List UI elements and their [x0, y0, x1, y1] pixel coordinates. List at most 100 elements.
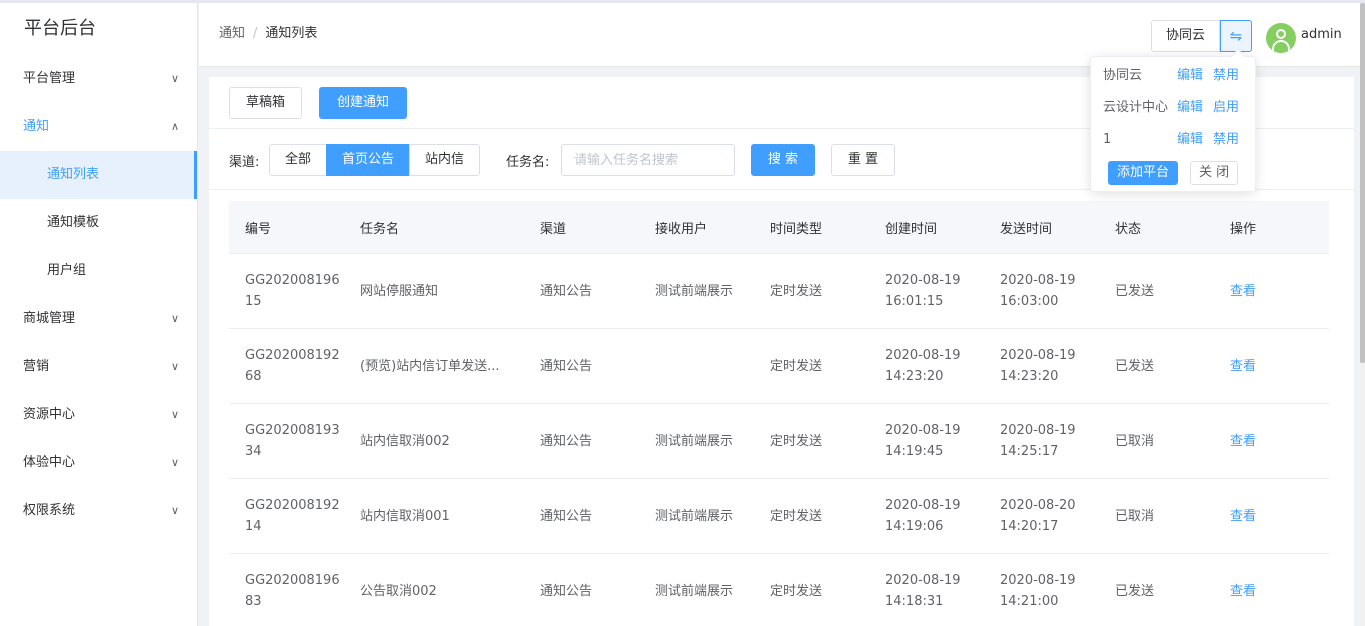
chevron-up-icon: ∧: [170, 120, 179, 133]
menu-label: 通知列表: [47, 167, 100, 182]
cell-id: GG20200819334: [245, 423, 340, 459]
cell-channel: 通知公告: [540, 583, 593, 599]
breadcrumb-item-notification[interactable]: 通知: [219, 26, 245, 41]
cell-sent-time: 2020-08-19 14:21:00: [1000, 573, 1076, 609]
cell-created-time: 2020-08-19 16:01:15: [885, 273, 961, 309]
platform-name: 协同云: [1103, 68, 1143, 83]
menu-notification[interactable]: 通知 ∧: [0, 103, 197, 151]
create-notification-button[interactable]: 创建通知: [319, 87, 407, 119]
cell-channel: 通知公告: [540, 508, 593, 524]
table-row: GG20200819214 站内信取消001 通知公告 测试前端展示 定时发送 …: [229, 479, 1329, 554]
cell-time-type: 定时发送: [770, 283, 823, 299]
chevron-down-icon: ∨: [170, 312, 179, 325]
cell-recipient: 测试前端展示: [655, 508, 734, 524]
search-button[interactable]: 搜 索: [751, 144, 815, 176]
header-id: 编号: [245, 221, 272, 237]
chevron-down-icon: ∨: [170, 408, 179, 421]
channel-label: 渠道:: [229, 155, 260, 170]
platform-name: 云设计中心: [1103, 100, 1169, 115]
header-status: 状态: [1115, 221, 1142, 237]
cell-created-time: 2020-08-19 14:19:06: [885, 498, 961, 534]
cell-task-name: 站内信取消002: [360, 433, 450, 449]
cell-sent-time: 2020-08-19 16:03:00: [1000, 273, 1076, 309]
disable-link[interactable]: 禁用: [1213, 130, 1239, 150]
menu-mall-management[interactable]: 商城管理 ∨: [0, 295, 197, 343]
cell-id: GG20200819615: [245, 273, 340, 309]
cell-time-type: 定时发送: [770, 433, 823, 449]
drafts-button[interactable]: 草稿箱: [229, 87, 302, 119]
close-popover-button[interactable]: 关 闭: [1190, 161, 1239, 185]
cell-task-name: 公告取消002: [360, 583, 437, 599]
table-row: GG20200819268 (预览)站内信订单发送... 通知公告 定时发送 2…: [229, 329, 1329, 404]
cell-task-name: (预览)站内信订单发送...: [360, 358, 500, 374]
scrollbar-thumb[interactable]: [1360, 3, 1365, 363]
table-row: GG20200819334 站内信取消002 通知公告 测试前端展示 定时发送 …: [229, 404, 1329, 479]
view-link[interactable]: 查看: [1214, 506, 1329, 527]
menu-platform-management[interactable]: 平台管理 ∨: [0, 55, 197, 103]
brand-title: 平台后台: [24, 18, 96, 39]
platform-button[interactable]: 协同云: [1151, 20, 1221, 52]
cell-recipient: 测试前端展示: [655, 433, 734, 449]
cell-id: GG20200819683: [245, 573, 340, 609]
sidebar: 平台后台 平台管理 ∨ 通知 ∧ 通知列表 通知模板 用户组 商城管理 ∨ 营销…: [0, 3, 198, 626]
task-name-input[interactable]: [561, 144, 735, 176]
menu-label: 商城管理: [23, 311, 76, 326]
username[interactable]: admin: [1301, 27, 1342, 42]
cell-status: 已取消: [1115, 508, 1155, 524]
menu-permission-system[interactable]: 权限系统 ∨: [0, 487, 197, 535]
notification-table: 编号 任务名 渠道 接收用户 时间类型 创建时间 发送时间 状态 操作 GG20…: [229, 201, 1329, 626]
cell-sent-time: 2020-08-19 14:25:17: [1000, 423, 1076, 459]
cell-status: 已取消: [1115, 433, 1155, 449]
chevron-down-icon: ∨: [170, 360, 179, 373]
avatar[interactable]: [1266, 23, 1296, 53]
cell-task-name: 网站停服通知: [360, 283, 439, 299]
add-platform-button[interactable]: 添加平台: [1108, 161, 1179, 185]
view-link[interactable]: 查看: [1214, 281, 1329, 302]
menu-experience-center[interactable]: 体验中心 ∨: [0, 439, 197, 487]
cell-id: GG20200819214: [245, 498, 340, 534]
menu-marketing[interactable]: 营销 ∨: [0, 343, 197, 391]
switch-icon[interactable]: ⇋: [1220, 20, 1253, 52]
header-action: 操作: [1230, 221, 1257, 237]
edit-link[interactable]: 编辑: [1177, 98, 1203, 118]
menu-notification-template[interactable]: 通知模板: [0, 199, 197, 247]
table-row: GG20200819683 公告取消002 通知公告 测试前端展示 定时发送 2…: [229, 554, 1329, 626]
platform-popover: 协同云 编辑 禁用 云设计中心 编辑 启用 1 编辑 禁用 添加平台 关 闭: [1090, 48, 1256, 192]
menu-label: 营销: [23, 359, 50, 374]
channel-option-homepage[interactable]: 首页公告: [326, 144, 411, 176]
page-scrollbar[interactable]: [1360, 3, 1365, 626]
cell-sent-time: 2020-08-19 14:23:20: [1000, 348, 1076, 384]
edit-link[interactable]: 编辑: [1177, 66, 1203, 86]
chevron-down-icon: ∨: [170, 504, 179, 517]
header-channel: 渠道: [540, 221, 567, 237]
cell-sent-time: 2020-08-20 14:20:17: [1000, 498, 1076, 534]
platform-name: 1: [1103, 132, 1112, 147]
chevron-down-icon: ∨: [170, 456, 179, 469]
reset-button[interactable]: 重 置: [831, 144, 895, 176]
menu-label: 用户组: [47, 263, 87, 278]
task-name-label: 任务名:: [506, 155, 550, 170]
cell-created-time: 2020-08-19 14:19:45: [885, 423, 961, 459]
platform-row: 1 编辑 禁用: [1103, 130, 1248, 150]
menu-notification-list[interactable]: 通知列表: [0, 151, 197, 199]
view-link[interactable]: 查看: [1214, 431, 1329, 452]
disable-link[interactable]: 禁用: [1213, 66, 1239, 86]
view-link[interactable]: 查看: [1214, 356, 1329, 377]
menu-label: 通知模板: [47, 215, 100, 230]
edit-link[interactable]: 编辑: [1177, 130, 1203, 150]
cell-recipient: 测试前端展示: [655, 283, 734, 299]
cell-status: 已发送: [1115, 583, 1155, 599]
breadcrumb-separator: /: [253, 26, 258, 41]
breadcrumb: 通知 / 通知列表: [219, 22, 317, 41]
header-task-name: 任务名: [360, 221, 400, 237]
channel-option-inbox[interactable]: 站内信: [409, 144, 481, 176]
channel-option-all[interactable]: 全部: [269, 144, 328, 176]
view-link[interactable]: 查看: [1214, 581, 1329, 602]
user-body-shape: [1272, 40, 1290, 53]
menu-user-group[interactable]: 用户组: [0, 247, 197, 295]
cell-created-time: 2020-08-19 14:18:31: [885, 573, 961, 609]
enable-link[interactable]: 启用: [1213, 98, 1239, 118]
menu-resource-center[interactable]: 资源中心 ∨: [0, 391, 197, 439]
table-row: GG20200819615 网站停服通知 通知公告 测试前端展示 定时发送 20…: [229, 254, 1329, 329]
header-recipient: 接收用户: [655, 221, 708, 237]
